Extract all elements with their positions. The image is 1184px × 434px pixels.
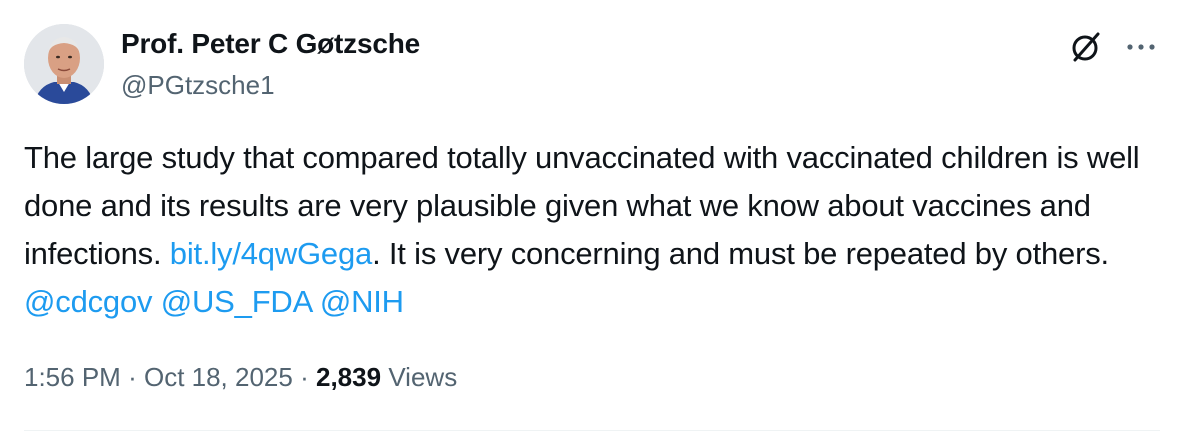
avatar[interactable] <box>24 24 104 104</box>
views-count: 2,839 <box>316 362 382 392</box>
tweet-date[interactable]: Oct 18, 2025 <box>144 362 293 392</box>
mention-cdcgov[interactable]: @cdcgov <box>24 284 152 319</box>
tweet-time[interactable]: 1:56 PM <box>24 362 121 392</box>
meta-separator: · <box>128 362 137 392</box>
grok-icon[interactable] <box>1067 28 1105 66</box>
tweet-text: The large study that compared totally un… <box>24 134 1154 326</box>
more-dots <box>1127 44 1155 50</box>
avatar-image <box>24 24 104 104</box>
mention-us-fda[interactable]: @US_FDA <box>161 284 312 319</box>
author-name[interactable]: Prof. Peter C Gøtzsche <box>121 26 420 62</box>
tweet-meta: 1:56 PM · Oct 18, 2025 · 2,839 Views <box>24 359 457 395</box>
tweet-text-part2: . It is very concerning and must be repe… <box>372 236 1109 271</box>
meta-separator: · <box>300 362 309 392</box>
divider <box>24 430 1160 431</box>
author-handle[interactable]: @PGtzsche1 <box>121 68 275 102</box>
tweet-link[interactable]: bit.ly/4qwGega <box>170 236 372 271</box>
more-horizontal-icon[interactable] <box>1124 30 1158 64</box>
mention-nih[interactable]: @NIH <box>320 284 404 319</box>
views-label: Views <box>388 362 458 392</box>
grok-icon-glyph <box>1072 32 1100 62</box>
tweet-card: Prof. Peter C Gøtzsche @PGtzsche1 The la… <box>0 0 1184 434</box>
